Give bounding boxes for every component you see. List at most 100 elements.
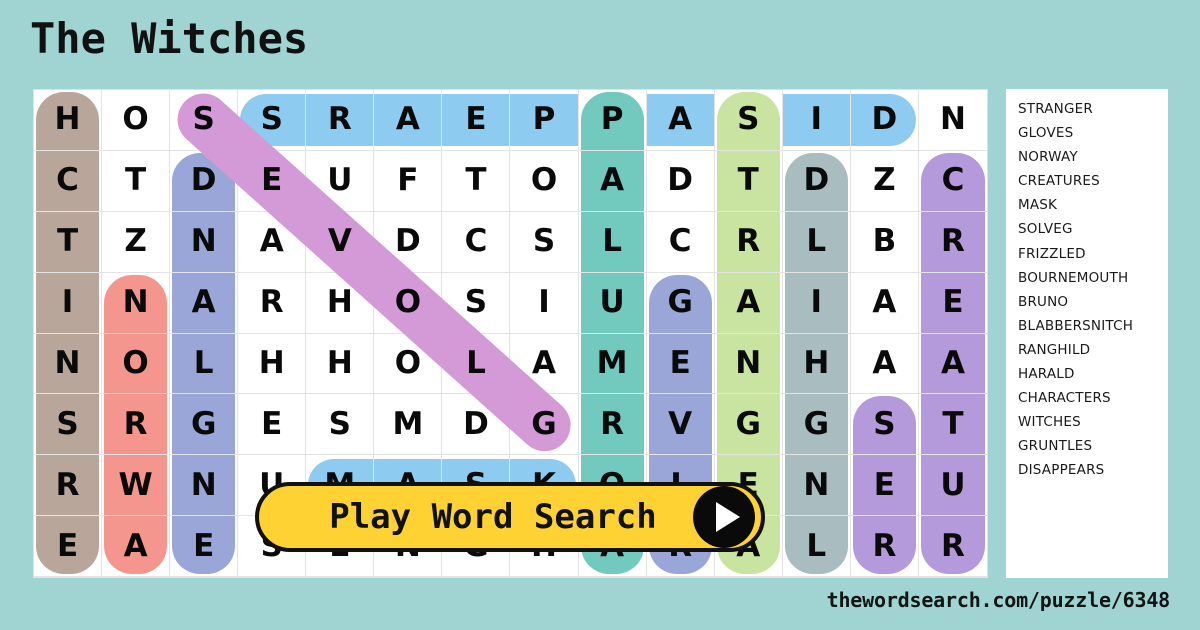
grid-cell[interactable]: H	[782, 333, 851, 395]
grid-cell[interactable]: G	[510, 394, 579, 456]
grid-cell[interactable]: T	[102, 150, 171, 212]
grid-cell[interactable]: Z	[850, 150, 919, 212]
grid-cell[interactable]: T	[34, 211, 103, 273]
grid-cell[interactable]: A	[850, 272, 919, 334]
play-word-search-button[interactable]: Play Word Search	[255, 482, 765, 552]
grid-cell[interactable]: O	[510, 150, 579, 212]
grid-cell[interactable]: A	[374, 90, 443, 151]
grid-cell[interactable]: C	[34, 150, 103, 212]
grid-cell[interactable]: C	[646, 211, 715, 273]
grid-cell[interactable]: U	[918, 455, 987, 517]
grid-cell[interactable]: A	[102, 516, 171, 577]
grid-cell[interactable]: D	[170, 150, 239, 212]
grid-cell[interactable]: E	[170, 516, 239, 577]
grid-cell[interactable]: O	[102, 333, 171, 395]
grid-cell[interactable]: S	[306, 394, 375, 456]
grid-cell[interactable]: L	[442, 333, 511, 395]
grid-cell[interactable]: I	[782, 90, 851, 151]
grid-cell[interactable]: E	[850, 455, 919, 517]
grid-cell[interactable]: N	[170, 455, 239, 517]
grid-cell[interactable]: E	[34, 516, 103, 577]
grid-cell[interactable]: A	[238, 211, 307, 273]
grid-cell[interactable]: E	[238, 394, 307, 456]
grid-cell[interactable]: B	[850, 211, 919, 273]
grid-cell[interactable]: S	[442, 272, 511, 334]
grid-cell[interactable]: I	[510, 272, 579, 334]
grid-cell[interactable]: N	[918, 90, 987, 151]
grid-cell[interactable]: A	[918, 333, 987, 395]
grid-cell[interactable]: R	[918, 211, 987, 273]
grid-cell[interactable]: W	[102, 455, 171, 517]
grid-cell[interactable]: T	[442, 150, 511, 212]
grid-cell[interactable]: P	[578, 90, 647, 151]
grid-cell[interactable]: N	[34, 333, 103, 395]
grid-cell[interactable]: A	[850, 333, 919, 395]
grid-cell[interactable]: R	[34, 455, 103, 517]
grid-cell[interactable]: L	[782, 516, 851, 577]
grid-cell[interactable]: S	[34, 394, 103, 456]
grid-cell[interactable]: O	[374, 333, 443, 395]
grid-cell[interactable]: R	[578, 394, 647, 456]
grid-cell[interactable]: H	[306, 272, 375, 334]
grid-cell[interactable]: R	[918, 516, 987, 577]
grid-cell[interactable]: Z	[102, 211, 171, 273]
grid-cell[interactable]: N	[102, 272, 171, 334]
grid-cell[interactable]: N	[714, 333, 783, 395]
grid-cell[interactable]: M	[578, 333, 647, 395]
grid-cell[interactable]: N	[782, 455, 851, 517]
grid-cell[interactable]: T	[714, 150, 783, 212]
grid-cell[interactable]: U	[578, 272, 647, 334]
grid-cell[interactable]: U	[306, 150, 375, 212]
grid-cell[interactable]: G	[714, 394, 783, 456]
grid-cell[interactable]: E	[918, 272, 987, 334]
grid-cell[interactable]: G	[170, 394, 239, 456]
grid-cell[interactable]: R	[238, 272, 307, 334]
grid-cell[interactable]: O	[374, 272, 443, 334]
grid-cell[interactable]: C	[442, 211, 511, 273]
grid-cell[interactable]: R	[306, 90, 375, 151]
grid-cell[interactable]: A	[510, 333, 579, 395]
grid-cell[interactable]: S	[238, 90, 307, 151]
grid-cell[interactable]: O	[102, 90, 171, 151]
grid-cell[interactable]: V	[646, 394, 715, 456]
grid-letter: N	[190, 466, 217, 503]
grid-cell[interactable]: S	[510, 211, 579, 273]
grid-cell[interactable]: G	[646, 272, 715, 334]
grid-cell[interactable]: S	[714, 90, 783, 151]
grid-cell[interactable]: M	[374, 394, 443, 456]
grid-cell[interactable]: A	[714, 272, 783, 334]
grid-cell[interactable]: E	[442, 90, 511, 151]
grid-cell[interactable]: D	[850, 90, 919, 151]
grid-cell[interactable]: R	[102, 394, 171, 456]
grid-cell[interactable]: D	[374, 211, 443, 273]
word-list-item: CHARACTERS	[1018, 390, 1111, 407]
grid-cell[interactable]: A	[170, 272, 239, 334]
word-list-item: NORWAY	[1018, 149, 1078, 166]
grid-cell[interactable]: D	[646, 150, 715, 212]
grid-cell[interactable]: S	[850, 394, 919, 456]
grid-cell[interactable]: D	[782, 150, 851, 212]
grid-cell[interactable]: R	[850, 516, 919, 577]
grid-cell[interactable]: E	[646, 333, 715, 395]
grid-cell[interactable]: L	[782, 211, 851, 273]
grid-cell[interactable]: D	[442, 394, 511, 456]
grid-cell[interactable]: A	[578, 150, 647, 212]
grid-cell[interactable]: I	[782, 272, 851, 334]
grid-cell[interactable]: N	[170, 211, 239, 273]
grid-cell[interactable]: H	[306, 333, 375, 395]
grid-cell[interactable]: H	[34, 90, 103, 151]
grid-cell[interactable]: I	[34, 272, 103, 334]
grid-cell[interactable]: R	[714, 211, 783, 273]
grid-cell[interactable]: F	[374, 150, 443, 212]
grid-cell[interactable]: V	[306, 211, 375, 273]
grid-cell[interactable]: P	[510, 90, 579, 151]
grid-cell[interactable]: H	[238, 333, 307, 395]
grid-cell[interactable]: G	[782, 394, 851, 456]
grid-cell[interactable]: A	[646, 90, 715, 151]
grid-cell[interactable]: T	[918, 394, 987, 456]
grid-cell[interactable]: L	[578, 211, 647, 273]
grid-cell[interactable]: C	[918, 151, 987, 212]
grid-cell[interactable]: S	[170, 90, 239, 151]
grid-cell[interactable]: L	[170, 333, 239, 395]
grid-cell[interactable]: E	[238, 150, 307, 212]
